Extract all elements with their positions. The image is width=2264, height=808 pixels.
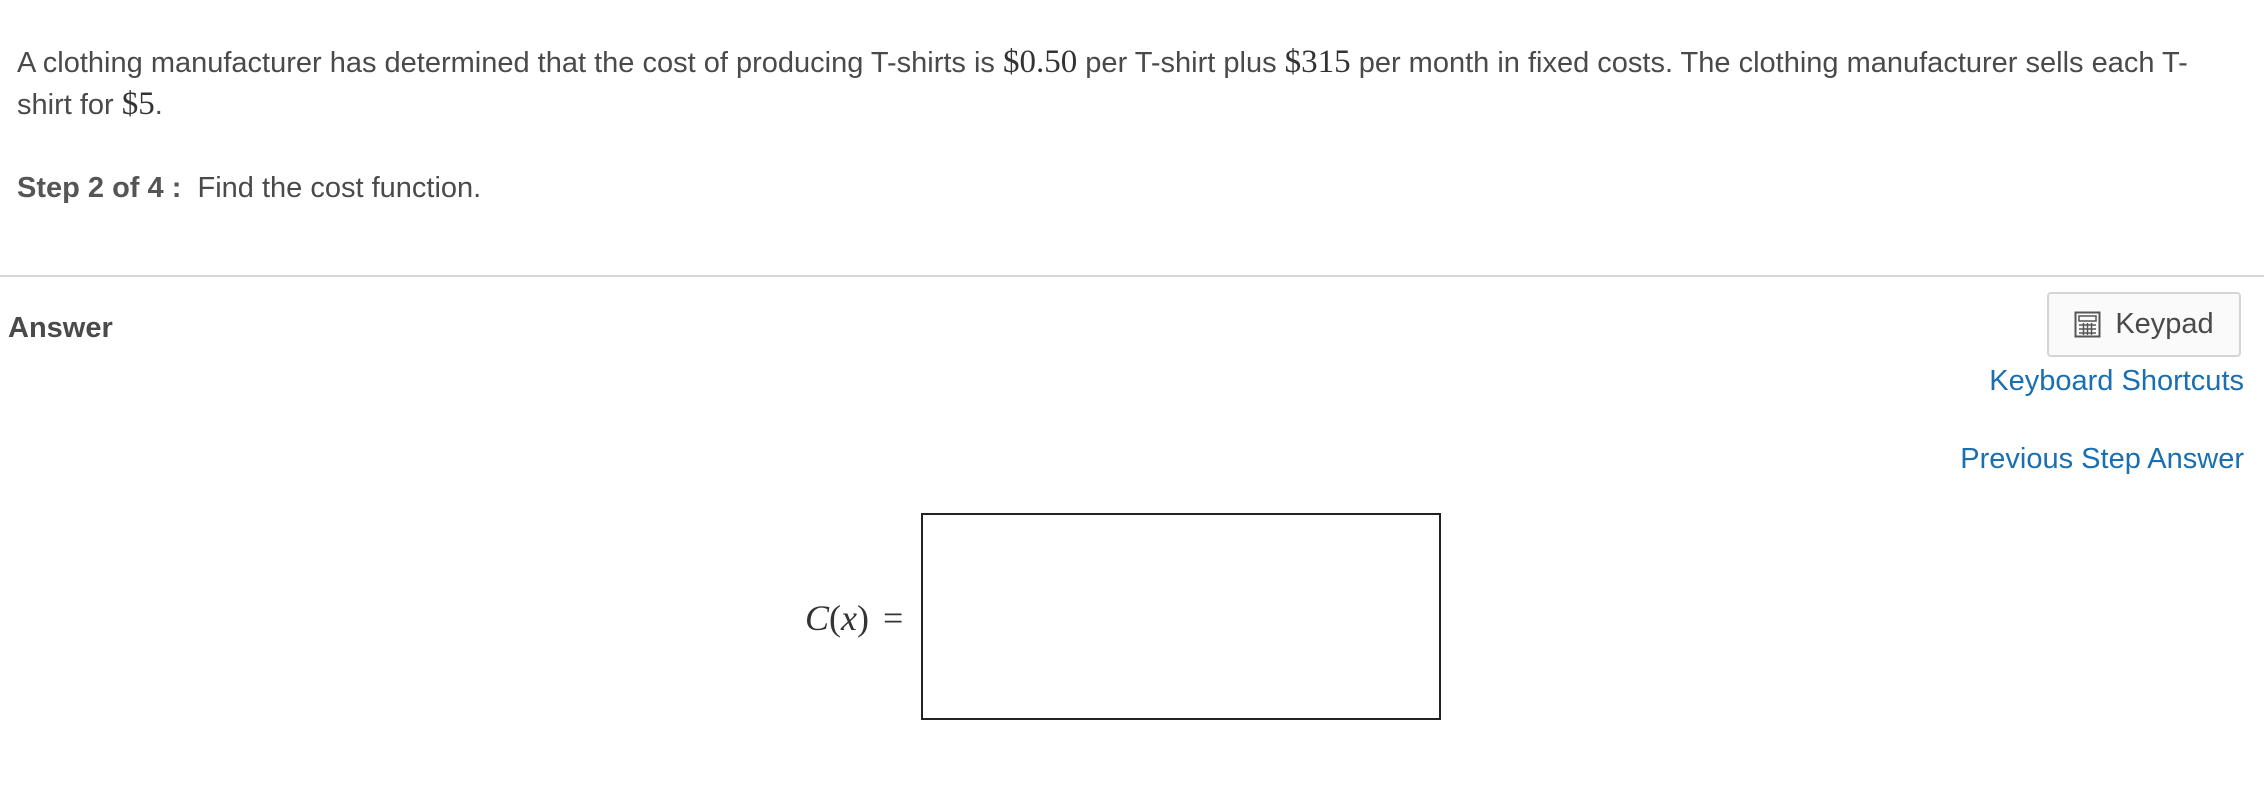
problem-text-1: A clothing manufacturer has determined t… bbox=[17, 47, 1003, 79]
fixed-cost-value: $315 bbox=[1284, 44, 1351, 80]
equals-sign: = bbox=[883, 598, 904, 638]
function-name: C bbox=[805, 598, 830, 638]
function-open-paren: ( bbox=[829, 598, 842, 638]
problem-text-2: per T-shirt plus bbox=[1077, 47, 1285, 79]
keypad-button[interactable]: Keypad bbox=[2047, 292, 2241, 357]
section-divider bbox=[0, 275, 2264, 277]
keypad-label: Keypad bbox=[2115, 308, 2214, 340]
function-variable: x bbox=[841, 598, 857, 638]
previous-step-answer-link[interactable]: Previous Step Answer bbox=[1960, 439, 2244, 479]
problem-text-4: . bbox=[154, 89, 163, 121]
step-instruction: Find the cost function. bbox=[197, 172, 482, 204]
step-prompt: Step 2 of 4 : Find the cost function. bbox=[17, 168, 481, 208]
function-close-paren: ) bbox=[857, 598, 869, 638]
unit-cost-value: $0.50 bbox=[1003, 44, 1078, 80]
sale-price-value: $5 bbox=[121, 86, 155, 122]
keyboard-shortcuts-link[interactable]: Keyboard Shortcuts bbox=[1989, 361, 2244, 401]
step-label: Step 2 of 4 : bbox=[17, 172, 182, 204]
answer-heading: Answer bbox=[8, 312, 113, 344]
calculator-icon bbox=[2074, 311, 2101, 338]
problem-statement: A clothing manufacturer has determined t… bbox=[17, 42, 2237, 126]
function-label: C(x) = bbox=[805, 595, 903, 641]
cost-function-input[interactable] bbox=[921, 513, 1441, 720]
